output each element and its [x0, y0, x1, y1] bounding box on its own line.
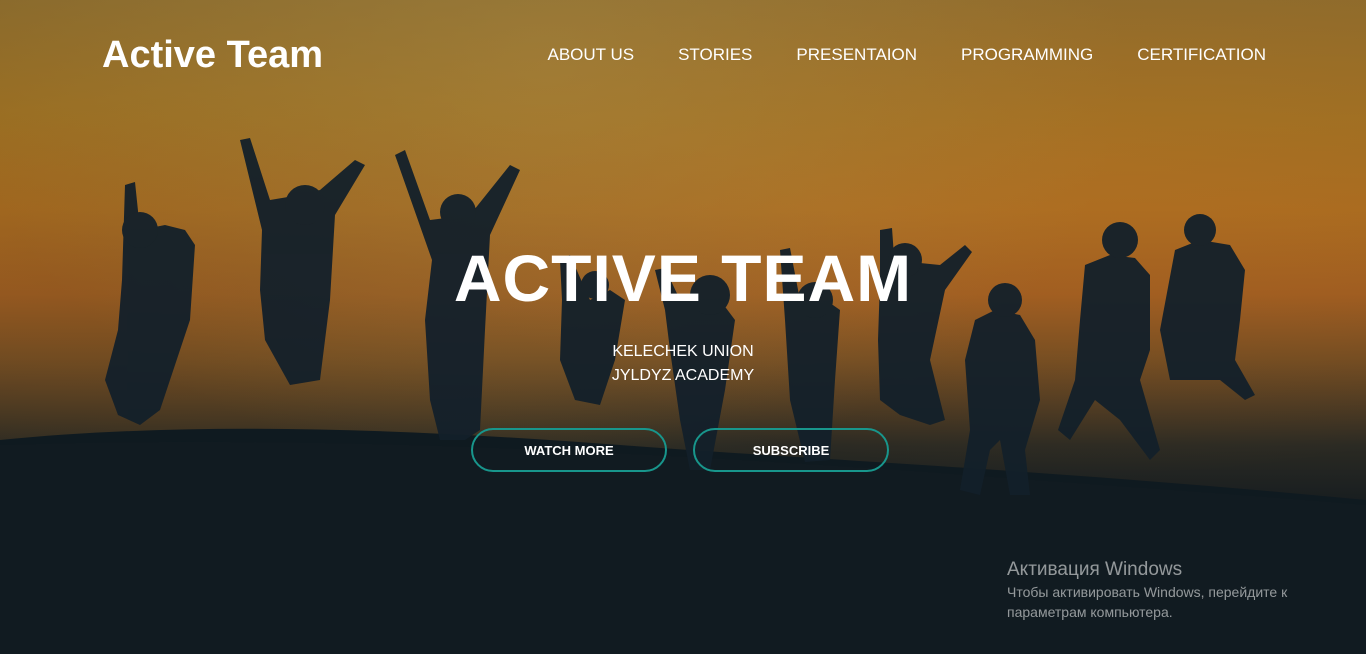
hero-section: Active Team ABOUT US STORIES PRESENTAION…: [0, 0, 1366, 654]
windows-activation-watermark: Активация Windows Чтобы активировать Win…: [1007, 558, 1327, 622]
windows-activation-text: Чтобы активировать Windows, перейдите к …: [1007, 584, 1288, 620]
hero-title: ACTIVE TEAM: [453, 241, 913, 315]
nav-item-certification[interactable]: CERTIFICATION: [1137, 44, 1266, 66]
site-logo[interactable]: Active Team: [102, 33, 323, 77]
main-nav: ABOUT US STORIES PRESENTAION PROGRAMMING…: [547, 44, 1266, 66]
nav-item-about-us[interactable]: ABOUT US: [547, 44, 634, 66]
subscribe-button[interactable]: SUBSCRIBE: [693, 428, 889, 472]
nav-item-programming[interactable]: PROGRAMMING: [961, 44, 1093, 66]
hero-subtitle-line-1: KELECHEK UNION: [612, 343, 754, 360]
nav-item-presentaion[interactable]: PRESENTAION: [796, 44, 917, 66]
windows-activation-title: Активация Windows: [1007, 559, 1183, 580]
hero-subtitle-line-2: JYLDYZ ACADEMY: [611, 367, 755, 384]
nav-item-stories[interactable]: STORIES: [678, 44, 752, 66]
site-header: Active Team ABOUT US STORIES PRESENTAION…: [0, 0, 1366, 110]
hero-buttons: WATCH MORE SUBSCRIBE: [471, 428, 889, 472]
watch-more-button[interactable]: WATCH MORE: [471, 428, 667, 472]
hero-subtitle: KELECHEK UNION JYLDYZ ACADEMY: [0, 340, 1366, 388]
